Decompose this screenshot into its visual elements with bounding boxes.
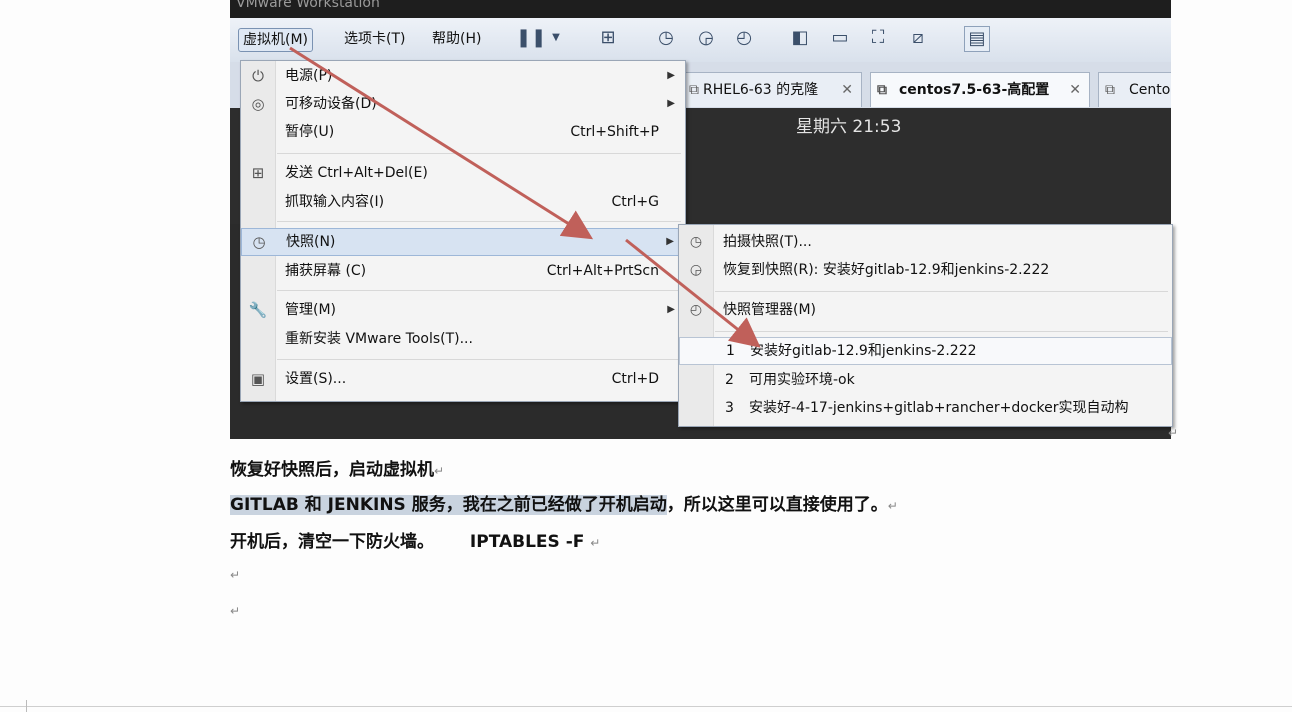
power-icon: ⏻ xyxy=(252,67,264,85)
snapshot-revert-icon[interactable]: ◶ xyxy=(694,26,718,50)
menu-item-manage[interactable]: 🔧 管理(M) ▶ xyxy=(241,297,685,323)
menu-item-send-cad[interactable]: ⊞ 发送 Ctrl+Alt+Del(E) xyxy=(241,160,685,186)
sidebar-toggle-icon[interactable]: ◧ xyxy=(788,26,812,50)
close-icon[interactable]: ✕ xyxy=(1069,73,1081,107)
menu-bar: 虚拟机(M) 选项卡(T) 帮助(H) ❚❚ ▼ ⊞ ◷ ◶ ◴ ◧ ▭ ⛶ ⧄… xyxy=(230,18,1171,63)
snapshot-list-item[interactable]: 2 可用实验环境-ok xyxy=(679,367,1172,393)
tab-centos[interactable]: ⧉ Centos xyxy=(1098,72,1171,107)
page-border xyxy=(0,706,1292,707)
vm-icon: ⧉ xyxy=(1105,82,1115,98)
snapshot-list-item[interactable]: 1 安装好gitlab-12.9和jenkins-2.222 xyxy=(679,337,1172,365)
close-icon[interactable]: ✕ xyxy=(841,73,853,107)
empty-paragraph-mark: ↵ xyxy=(230,568,241,582)
doc-line-1: 恢复好快照后，启动虚拟机↵ xyxy=(230,460,445,480)
snapshot-list-item[interactable]: 3 安装好-4-17-jenkins+gitlab+rancher+docker… xyxy=(679,395,1172,421)
selected-text[interactable]: GITLAB 和 JENKINS 服务，我在之前已经做了开机启动 xyxy=(230,495,667,515)
network-send-icon: ⊞ xyxy=(251,164,265,182)
submenu-arrow-icon: ▶ xyxy=(667,70,675,81)
disc-icon: ◎ xyxy=(251,95,265,113)
submenu-arrow-icon: ▶ xyxy=(666,236,674,247)
submenu-snapshot-manager[interactable]: ◴ 快照管理器(M) xyxy=(679,297,1172,323)
title-bar: VMware Workstation xyxy=(230,0,1171,18)
snapshot-submenu: ◷ 拍摄快照(T)... ◶ 恢复到快照(R): 安装好gitlab-12.9和… xyxy=(678,224,1173,427)
menu-item-snapshot[interactable]: ◷ 快照(N) ▶ xyxy=(241,228,685,256)
console-clock: 星期六 21:53 xyxy=(796,117,902,137)
menu-item-grab-input[interactable]: 抓取输入内容(I) Ctrl+G xyxy=(241,189,685,215)
empty-paragraph-mark: ↵ xyxy=(230,604,241,618)
unity-icon[interactable]: ⧄ xyxy=(906,26,930,50)
menu-item-pause[interactable]: 暂停(U) Ctrl+Shift+P xyxy=(241,119,685,145)
snapshot-icon: ◷ xyxy=(252,233,266,251)
window-title: VMware Workstation xyxy=(236,0,380,11)
snapshot-take-icon[interactable]: ◷ xyxy=(654,26,678,50)
doc-line-2: GITLAB 和 JENKINS 服务，我在之前已经做了开机启动，所以这里可以直… xyxy=(230,495,898,515)
vm-menu: ⏻ 电源(P) ▶ ◎ 可移动设备(D) ▶ 暂停(U) Ctrl+Shift+… xyxy=(240,60,686,402)
page-corner-mark xyxy=(26,700,27,712)
submenu-revert-snapshot[interactable]: ◶ 恢复到快照(R): 安装好gitlab-12.9和jenkins-2.222 xyxy=(679,257,1172,283)
menu-item-removable[interactable]: ◎ 可移动设备(D) ▶ xyxy=(241,91,685,117)
return-mark: ↵ xyxy=(1168,426,1179,440)
menu-item-reinstall-tools[interactable]: 重新安装 VMware Tools(T)... xyxy=(241,326,685,352)
settings-icon: ▣ xyxy=(250,370,266,388)
menu-item-capture-screen[interactable]: 捕获屏幕 (C) Ctrl+Alt+PrtScn xyxy=(241,258,685,284)
submenu-arrow-icon: ▶ xyxy=(667,304,675,315)
menu-item-settings[interactable]: ▣ 设置(S)... Ctrl+D xyxy=(241,366,685,392)
snapshot-manager-icon[interactable]: ◴ xyxy=(732,26,756,50)
submenu-take-snapshot[interactable]: ◷ 拍摄快照(T)... xyxy=(679,229,1172,255)
library-view-icon[interactable]: ▤ xyxy=(964,26,990,52)
network-send-icon[interactable]: ⊞ xyxy=(596,26,620,50)
vm-icon: ⧉ xyxy=(689,82,699,98)
snapshot-take-icon: ◷ xyxy=(689,234,703,250)
console-view-icon[interactable]: ▭ xyxy=(828,26,852,50)
wrench-icon: 🔧 xyxy=(248,301,268,319)
fullscreen-icon[interactable]: ⛶ xyxy=(866,26,890,50)
pause-icon[interactable]: ❚❚ xyxy=(516,26,546,50)
snapshot-manager-icon: ◴ xyxy=(689,302,703,318)
menu-vm[interactable]: 虚拟机(M) xyxy=(238,28,314,52)
tab-rhel6-clone[interactable]: ⧉ RHEL6-63 的克隆 ✕ xyxy=(682,72,862,107)
menu-item-power[interactable]: ⏻ 电源(P) ▶ xyxy=(241,63,685,89)
submenu-arrow-icon: ▶ xyxy=(667,98,675,109)
snapshot-revert-icon: ◶ xyxy=(689,262,703,278)
doc-line-3: 开机后，清空一下防火墙。 IPTABLES -F ↵ xyxy=(230,532,601,552)
tab-centos75[interactable]: ⧉ centos7.5-63-高配置 ✕ xyxy=(870,72,1090,107)
vm-icon: ⧉ xyxy=(877,82,887,98)
menu-help[interactable]: 帮助(H) xyxy=(428,28,485,50)
chevron-down-icon[interactable]: ▼ xyxy=(544,26,568,50)
menu-tabs[interactable]: 选项卡(T) xyxy=(340,28,409,50)
